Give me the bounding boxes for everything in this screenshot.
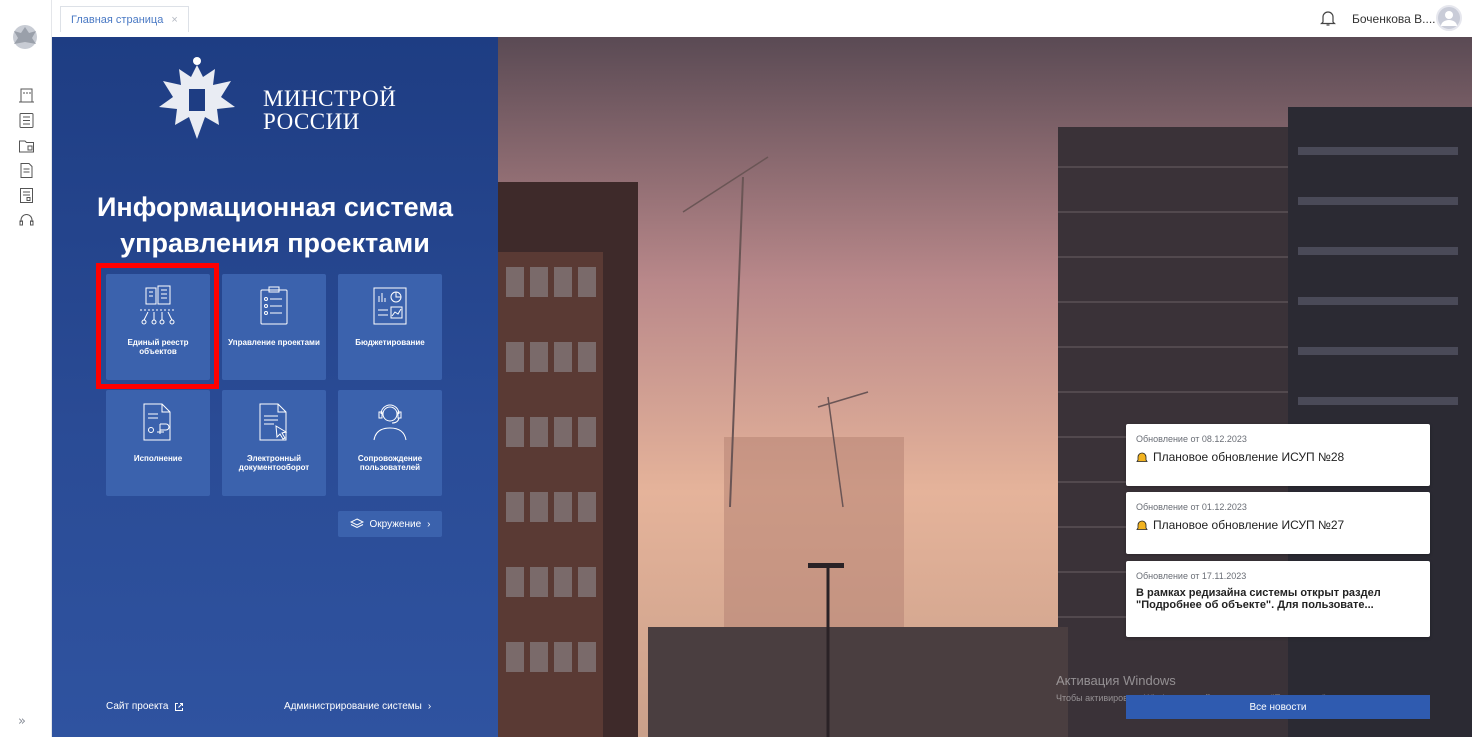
- news-title: Плановое обновление ИСУП №27: [1136, 518, 1420, 532]
- tile-user-support[interactable]: Сопровождение пользователей: [338, 390, 442, 496]
- tile-label: Сопровождение пользователей: [357, 454, 423, 472]
- user-name[interactable]: Боченкова В....: [1352, 12, 1435, 26]
- news-title-text: Плановое обновление ИСУП №27: [1153, 518, 1345, 532]
- news-date: Обновление от 01.12.2023: [1136, 502, 1247, 512]
- document-icon[interactable]: [18, 162, 35, 179]
- news-card[interactable]: Обновление от 17.11.2023 В рамках редиза…: [1126, 561, 1430, 637]
- news-title-text: Плановое обновление ИСУП №28: [1153, 450, 1345, 464]
- tab-label: Главная страница: [71, 13, 164, 26]
- page-title: Информационная система управления проект…: [52, 189, 498, 261]
- document-cursor-icon: [259, 403, 288, 441]
- building-icon[interactable]: [18, 87, 35, 104]
- ministry-logo-text: МИНСТРОЙ РОССИИ: [263, 87, 396, 133]
- news-date: Обновление от 08.12.2023: [1136, 434, 1247, 444]
- tile-label: Электронный документооборот: [238, 454, 310, 472]
- hero-city-image: Активация Windows Чтобы активировать Win…: [498, 37, 1472, 737]
- tile-execution[interactable]: Исполнение: [106, 390, 210, 496]
- system-panel: МИНСТРОЙ РОССИИ Информационная система у…: [52, 37, 498, 737]
- project-site-label: Сайт проекта: [106, 701, 169, 712]
- news-date: Обновление от 17.11.2023: [1136, 571, 1247, 581]
- system-admin-label: Администрирование системы: [284, 701, 422, 712]
- logo-line-1: МИНСТРОЙ: [263, 86, 397, 111]
- close-icon[interactable]: ×: [171, 14, 177, 26]
- tile-budgeting[interactable]: Бюджетирование: [338, 274, 442, 380]
- report-icon[interactable]: [18, 187, 35, 204]
- project-site-link[interactable]: Сайт проекта: [106, 701, 184, 712]
- tile-label: Исполнение: [133, 454, 183, 463]
- title-line-1: Информационная система: [97, 192, 453, 222]
- tile-project-management[interactable]: Управление проектами: [222, 274, 326, 380]
- logo-line-2: РОССИИ: [263, 109, 360, 134]
- checklist-icon: [260, 286, 288, 325]
- chevron-right-icon: ›: [427, 518, 431, 530]
- title-line-2: управления проектами: [120, 228, 430, 258]
- windows-activation-title: Активация Windows: [1056, 673, 1176, 688]
- all-news-button[interactable]: Все новости: [1126, 695, 1430, 719]
- user-icon: [1441, 11, 1457, 26]
- bell-icon: [1136, 520, 1148, 530]
- emblem-icon: [13, 25, 37, 49]
- bell-icon: [1136, 452, 1148, 462]
- headset-icon[interactable]: [18, 212, 35, 229]
- tile-label: Управление проектами: [228, 338, 320, 347]
- environment-label: Окружение: [369, 518, 422, 530]
- external-link-icon: [175, 702, 184, 711]
- avatar[interactable]: [1436, 5, 1462, 31]
- expand-sidebar-button[interactable]: »: [18, 714, 26, 729]
- chevron-right-icon: ›: [427, 701, 432, 712]
- tile-label: Бюджетирование: [355, 338, 425, 347]
- system-admin-link[interactable]: Администрирование системы ›: [284, 701, 431, 712]
- tab-home[interactable]: Главная страница ×: [60, 6, 189, 32]
- layers-icon: [349, 518, 364, 529]
- main-area: Активация Windows Чтобы активировать Win…: [52, 37, 1472, 737]
- news-body-text: В рамках редизайна системы открыт раздел…: [1136, 587, 1381, 611]
- document-stamp-icon: [143, 403, 171, 441]
- top-bar: Главная страница × Боченкова В....: [52, 0, 1472, 37]
- coat-of-arms-icon: [159, 57, 235, 139]
- news-title: Плановое обновление ИСУП №28: [1136, 450, 1420, 464]
- support-headset-icon: [373, 404, 407, 441]
- budget-chart-icon: [373, 287, 407, 325]
- news-card[interactable]: Обновление от 08.12.2023 Плановое обновл…: [1126, 424, 1430, 486]
- tile-document-flow[interactable]: Электронный документооборот: [222, 390, 326, 496]
- highlight-box: [96, 263, 219, 389]
- list-icon[interactable]: [18, 112, 35, 129]
- environment-button[interactable]: Окружение ›: [338, 511, 442, 537]
- news-card[interactable]: Обновление от 01.12.2023 Плановое обновл…: [1126, 492, 1430, 554]
- folder-icon[interactable]: [18, 137, 35, 154]
- side-rail: »: [0, 0, 52, 737]
- notifications-bell-icon[interactable]: [1320, 9, 1336, 27]
